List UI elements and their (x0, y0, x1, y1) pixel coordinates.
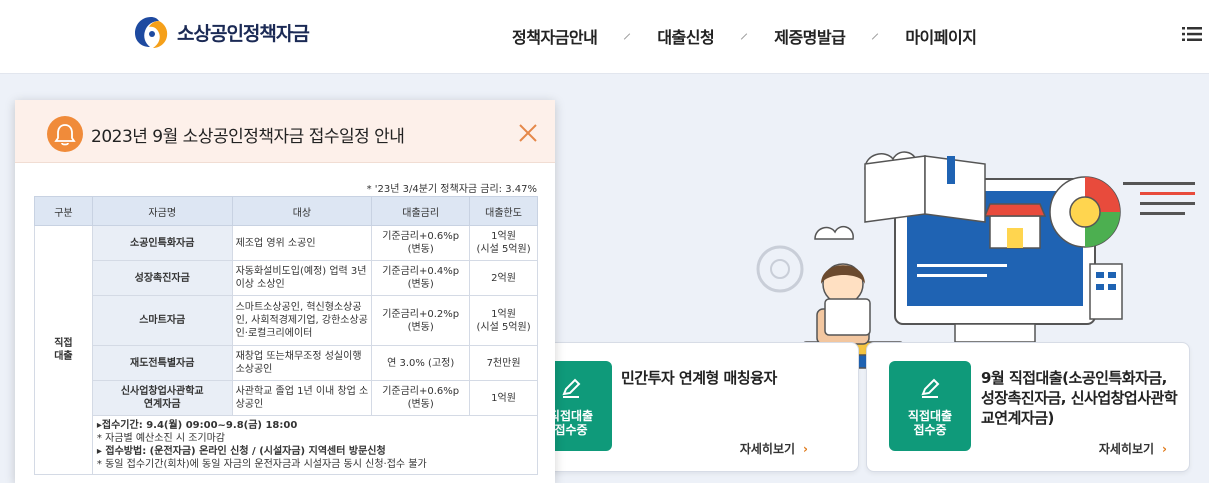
column-header: 대상 (231, 196, 373, 226)
chevron-right-icon: › (803, 442, 808, 456)
fund-rate: 연 3.0% (고정) (371, 345, 471, 381)
schedule-notes: ▸접수기간: 9.4(월) 09:00~9.8(금) 18:00 * 자금별 예… (91, 415, 539, 475)
table-row: 직접 대출 소공인특화자금 제조업 영위 소공인 기준금리+0.6%p (변동)… (34, 225, 538, 475)
fund-target: 자동화설비도입(예정) 업력 3년 이상 소상인 (231, 260, 373, 296)
table-row: 스마트자금 스마트소상공인, 혁신형소상공인, 사회적경제기업, 강한소상공인·… (35, 295, 538, 346)
note-line: * 자금별 예산소진 시 조기마감 (96, 433, 226, 444)
site-header: 소상공인정책자금 정책자금안내 대출신청 제증명발급 마이페이지 (0, 0, 1209, 74)
card-badge: 직접대출 접수중 (889, 361, 971, 451)
schedule-table: 구분 자금명 대상 대출금리 대출한도 직접 대출 소공인특화자금 제조업 영위… (34, 196, 539, 475)
fund-rate: 기준금리+0.6%p (변동) (371, 380, 471, 416)
nav-separator (872, 32, 879, 40)
column-header: 대출금리 (371, 196, 471, 226)
nav-loan-apply[interactable]: 대출신청 (657, 24, 714, 48)
table-row: 재도전특별자금 재창업 또는채무조정 성실이행 소상공인 연 3.0% (고정)… (35, 345, 538, 381)
fund-limit: 1억원 (469, 380, 538, 416)
column-header: 자금명 (91, 196, 233, 226)
schedule-popup: 2023년 9월 소상공인정책자금 접수일정 안내 * '23년 3/4분기 정… (15, 100, 555, 483)
fund-rate: 기준금리+0.4%p (변동) (371, 260, 471, 296)
loan-card-matching[interactable]: 직접대출 접수중 민간투자 연계형 매칭융자 자세히보기 › (530, 342, 859, 472)
group-label: 직접 대출 (34, 225, 93, 475)
nav-mypage[interactable]: 마이페이지 (905, 24, 977, 48)
card-more-link[interactable]: 자세히보기 › (1099, 440, 1167, 457)
column-header: 구분 (34, 196, 93, 226)
main-nav: 정책자금안내 대출신청 제증명발급 마이페이지 (512, 24, 977, 48)
fund-name: 스마트자금 (91, 295, 233, 346)
fund-limit: 2억원 (469, 260, 538, 296)
close-icon[interactable] (519, 124, 537, 142)
card-more-label: 자세히보기 (1098, 442, 1155, 456)
fund-rate: 기준금리+0.6%p (변동) (371, 225, 471, 261)
column-header: 대출한도 (469, 196, 538, 226)
fund-name: 성장촉진자금 (91, 260, 233, 296)
card-more-link[interactable]: 자세히보기 › (740, 440, 808, 457)
table-row: 신사업창업사관학교 연계자금 사관학교 졸업 1년 이내 창업 소상공인 기준금… (35, 380, 538, 416)
card-more-label: 자세히보기 (739, 442, 796, 456)
bell-icon (47, 116, 83, 152)
logo-text: 소상공인정책자금 (177, 22, 310, 45)
pencil-icon (921, 378, 940, 398)
note-line: ▸ 접수방법: (운전자금) 온라인 신청 / (시설자금) 지역센터 방문신청 (96, 446, 386, 457)
card-badge-text: 직접대출 접수중 (907, 409, 953, 437)
card-title: 민간투자 연계형 매칭융자 (621, 369, 777, 387)
fund-limit: 7천만원 (469, 345, 538, 381)
logo-mark-icon (135, 17, 168, 48)
fund-name: 소공인특화자금 (91, 225, 233, 261)
popup-header: 2023년 9월 소상공인정책자금 접수일정 안내 (15, 100, 555, 163)
fund-limit: 1억원 (시설 5억원) (469, 225, 538, 261)
chevron-right-icon: › (1162, 442, 1167, 456)
rate-note: * '23년 3/4분기 정책자금 금리: 3.47% (366, 184, 537, 195)
table-row: 성장촉진자금 자동화설비도입(예정) 업력 3년 이상 소상인 기준금리+0.4… (35, 260, 538, 296)
fund-target: 스마트소상공인, 혁신형소상공인, 사회적경제기업, 강한소상공인·로컬크리에이… (231, 295, 373, 346)
nav-separator (624, 32, 631, 40)
fund-target: 제조업 영위 소공인 (231, 225, 373, 261)
fund-limit: 1억원 (시설 5억원) (469, 295, 538, 346)
loan-card-september[interactable]: 직접대출 접수중 9월 직접대출(소공인특화자금, 성장촉진자금, 신사업창업사… (866, 342, 1190, 472)
hamburger-menu-icon[interactable] (1182, 26, 1202, 42)
fund-name: 신사업창업사관학교 연계자금 (91, 380, 233, 416)
fund-rate: 기준금리+0.2%p (변동) (371, 295, 471, 346)
nav-certificates[interactable]: 제증명발급 (774, 24, 846, 48)
card-title: 9월 직접대출(소공인특화자금, 성장촉진자금, 신사업창업사관학교연계자금) (981, 369, 1178, 427)
note-line: ▸접수기간: 9.4(월) 09:00~9.8(금) 18:00 (96, 420, 298, 431)
note-line: * 동일 접수기간(회차)에 동일 자금의 운전자금과 시설자금 동시 신청·접… (96, 459, 427, 470)
nav-policy-fund[interactable]: 정책자금안내 (512, 24, 598, 48)
pencil-icon (562, 378, 581, 398)
table-header-row: 구분 자금명 대상 대출금리 대출한도 (34, 196, 538, 226)
nav-separator (741, 32, 748, 40)
table-notes-row: ▸접수기간: 9.4(월) 09:00~9.8(금) 18:00 * 자금별 예… (35, 415, 539, 475)
fund-target: 재창업 또는채무조정 성실이행 소상공인 (231, 345, 373, 381)
site-logo[interactable]: 소상공인정책자금 (131, 15, 310, 49)
fund-name: 재도전특별자금 (91, 345, 233, 381)
fund-target: 사관학교 졸업 1년 이내 창업 소상공인 (231, 380, 373, 416)
popup-title: 2023년 9월 소상공인정책자금 접수일정 안내 (91, 127, 405, 147)
